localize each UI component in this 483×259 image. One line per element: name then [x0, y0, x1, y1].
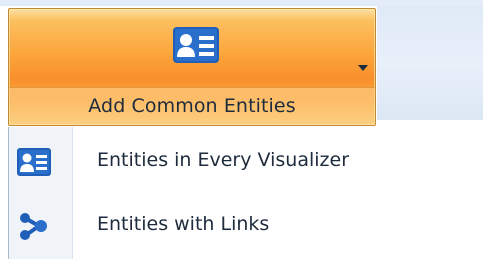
add-common-entities-menu: Entities in Every Visualizer Entities wi…: [8, 127, 483, 259]
app-surface: Add Common Entities Entities in Every Vi…: [0, 0, 483, 259]
add-common-entities-label: Add Common Entities: [88, 95, 296, 117]
add-common-entities-split-button[interactable]: Add Common Entities: [8, 8, 376, 126]
menu-item-label: Entities in Every Visualizer: [97, 149, 350, 171]
menu-item-entities-with-links[interactable]: Entities with Links: [9, 197, 483, 255]
menu-item-label: Entities with Links: [97, 213, 270, 235]
add-common-entities-dropdown[interactable]: Add Common Entities: [9, 87, 375, 125]
menu-item-entities-in-every-visualizer[interactable]: Entities in Every Visualizer: [9, 133, 483, 191]
contact-card-icon: [17, 148, 51, 176]
dropdown-arrow-icon: [358, 65, 368, 71]
linked-nodes-icon: [20, 213, 47, 240]
contact-card-icon: [173, 27, 219, 63]
ribbon-adjacent-panel: [377, 6, 483, 120]
add-common-entities-button[interactable]: [9, 9, 375, 87]
